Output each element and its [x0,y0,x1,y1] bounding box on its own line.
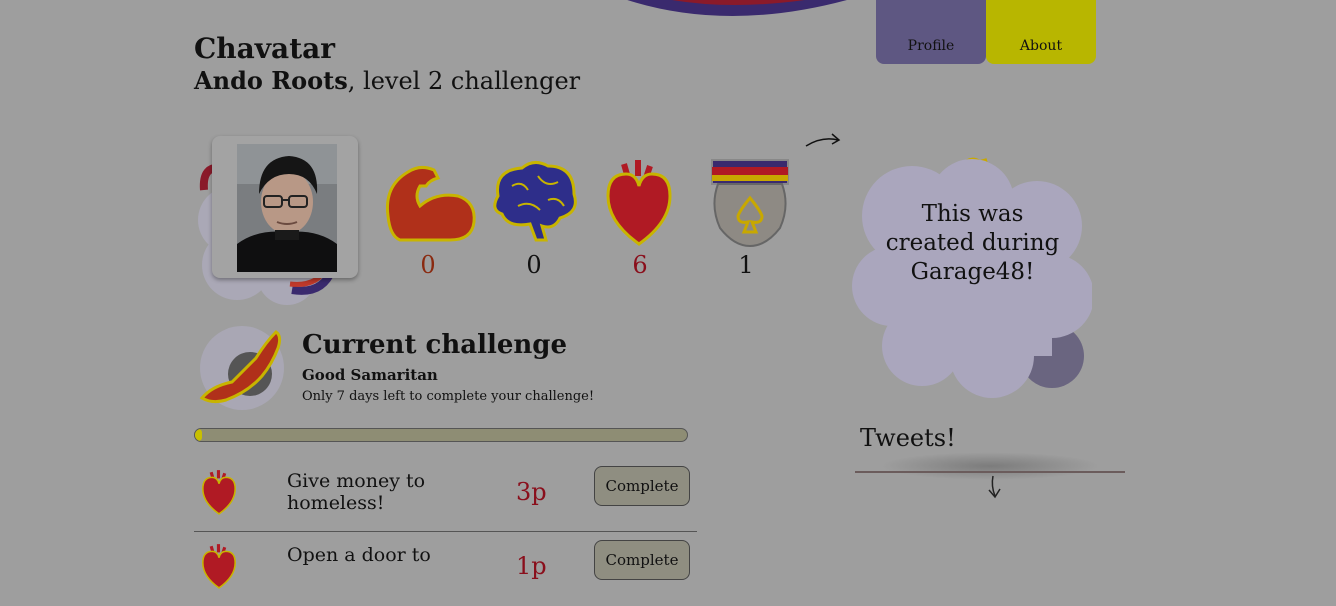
info-message: This was created during Garage48! [885,201,1060,285]
kindness-value: 6 [632,251,648,279]
header-swoosh-decoration [627,0,847,16]
heart-icon [202,470,236,515]
heart-icon [606,160,672,246]
brain-icon [493,161,577,242]
task-text: Open a door to [287,544,431,566]
down-arrow-icon [988,475,1001,499]
luck-value: 1 [738,251,754,279]
curved-arrow-icon [805,133,841,147]
helping-hand-icon [199,326,284,410]
user-level: , level 2 challenger [347,67,581,95]
app-title: Chavatar [194,32,336,65]
intellect-value: 0 [526,251,542,279]
tab-about[interactable]: About [986,0,1096,64]
challenge-name: Good Samaritan [302,366,438,384]
challenge-heading: Current challenge [302,330,568,360]
user-name[interactable]: Ando Roots [194,66,348,95]
task-points: 3p [516,478,547,506]
task-row: Give money to homeless! 3p Complete [194,458,697,532]
tweets-heading: Tweets! [860,424,956,452]
strength-value: 0 [420,251,436,279]
avatar[interactable] [237,144,337,272]
strength-arm-icon [385,165,476,242]
challenge-progress-fill [195,429,203,441]
complete-button[interactable]: Complete [594,466,690,506]
heart-icon [202,544,236,589]
complete-button[interactable]: Complete [594,540,690,580]
task-text: Give money to homeless! [287,470,426,514]
tab-profile[interactable]: Profile [876,0,986,64]
challenge-progress-bar [194,428,688,442]
tweets-divider [855,471,1125,473]
user-subtitle: Ando Roots, level 2 challenger [194,66,580,95]
task-row: Open a door to 1p Complete [194,532,697,606]
task-points: 1p [516,552,547,580]
challenge-deadline: Only 7 days left to complete your challe… [302,389,595,404]
spade-medal-icon [711,159,789,248]
